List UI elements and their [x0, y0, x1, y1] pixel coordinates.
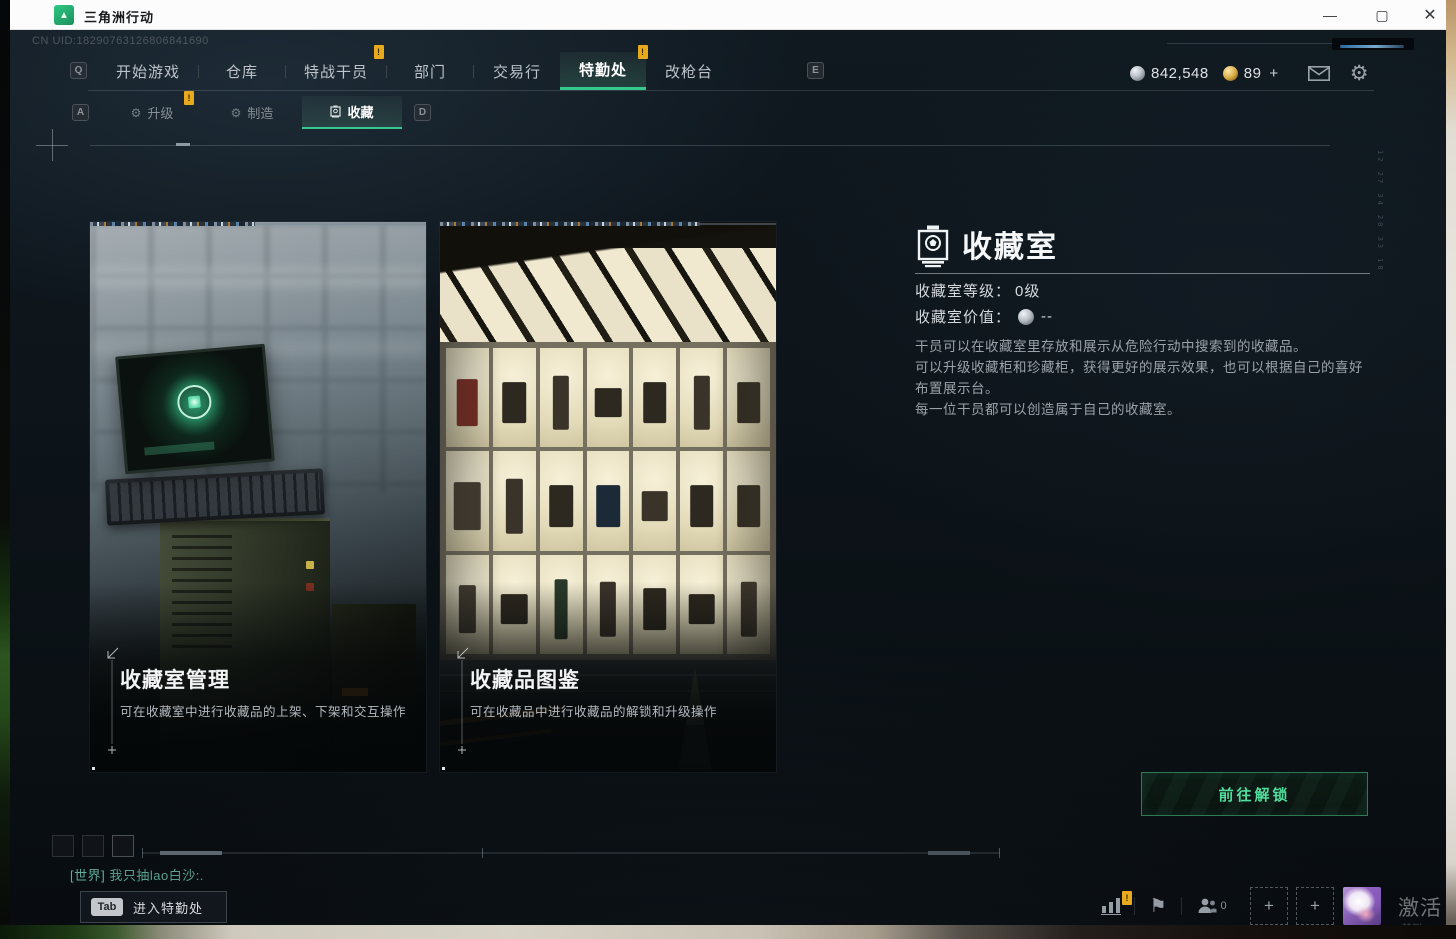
mini-slot[interactable]	[112, 835, 134, 857]
main-nav: 开始游戏 仓库 特战干员 ! 部门 交易行 特勤处 ! 改枪台	[98, 45, 732, 90]
panel-divider	[915, 273, 1370, 274]
card-data-strip	[440, 222, 776, 226]
go-unlock-button[interactable]: 前往解锁	[1141, 772, 1368, 816]
header-deco-line	[1167, 43, 1335, 44]
card-desc: 可在收藏品中进行收藏品的解锁和升级操作	[470, 705, 718, 719]
nav-tab-market[interactable]: 交易行	[474, 52, 560, 90]
mail-icon[interactable]	[1306, 65, 1332, 81]
collection-room-icon	[915, 224, 951, 268]
nav-tab-operators[interactable]: 特战干员 !	[286, 45, 386, 90]
windows-activation-sub: 转到	[1402, 920, 1422, 925]
bottom-icon-bar: ! ⚑ 0 + +	[1088, 886, 1381, 925]
gold-coin-icon	[1222, 65, 1238, 81]
chat-message[interactable]: [世界] 我只抽lao白沙:.	[70, 865, 204, 884]
room-value-row: 收藏室价值： --	[915, 306, 1053, 327]
key-hint-a: A	[72, 104, 89, 121]
desktop-strip-right	[1446, 0, 1456, 939]
minimize-button[interactable]: —	[1310, 0, 1350, 30]
key-hint-e: E	[807, 62, 824, 79]
mini-slot[interactable]	[82, 835, 104, 857]
room-level-row: 收藏室等级： 0级	[915, 280, 1040, 301]
value-label: 收藏室价值：	[915, 309, 1012, 326]
corner-marks	[454, 646, 476, 758]
nav-underline	[88, 90, 1374, 91]
maximize-button[interactable]: ▢	[1362, 0, 1402, 30]
gold-currency[interactable]: 89 +	[1222, 64, 1278, 82]
tab-keycap: Tab	[91, 898, 123, 916]
settings-gear-icon[interactable]: ⚙	[1346, 61, 1372, 86]
subtab-upgrade[interactable]: ⚙ 升级 !	[102, 91, 202, 129]
silver-currency: 842,548	[1130, 65, 1209, 82]
divider-highlight	[176, 143, 190, 146]
nav-tab-warehouse[interactable]: 仓库	[199, 52, 285, 90]
nav-tab-department[interactable]: 部门	[387, 52, 473, 90]
key-hint-d: D	[414, 104, 431, 121]
card-title: 收藏品图鉴	[470, 669, 580, 692]
app-logo-icon: ▲	[54, 5, 74, 25]
card-data-strip	[90, 222, 426, 226]
level-value: 0级	[1015, 283, 1041, 300]
card-title: 收藏室管理	[120, 669, 230, 692]
panel-title: 收藏室	[962, 231, 1058, 264]
side-tick-deco: 12 27 34 20 33 10	[1376, 150, 1384, 273]
display-case-icon	[330, 105, 342, 118]
desktop-background: ▲ 三角洲行动 — ▢ ✕ CN UID:1829076312680684169…	[0, 0, 1456, 939]
card-caption: 收藏室管理 可在收藏室中进行收藏品的上架、下架和交互操作	[90, 582, 426, 772]
desktop-strip-left	[0, 0, 10, 939]
alert-badge: !	[374, 45, 385, 59]
key-hint-q: Q	[70, 62, 87, 79]
gears-icon: ⚙	[230, 105, 242, 120]
value-value: --	[1041, 308, 1054, 325]
silver-coin-icon	[1130, 65, 1145, 81]
level-label: 收藏室等级：	[915, 283, 1012, 300]
friends-icon[interactable]: 0	[1182, 897, 1242, 915]
friend-count: 0	[1220, 900, 1227, 912]
nav-tab-start-game[interactable]: 开始游戏	[98, 52, 198, 90]
card-collectible-catalog[interactable]: 收藏品图鉴 可在收藏品中进行收藏品的解锁和升级操作	[440, 222, 776, 772]
sub-nav: ⚙ 升级 ! ⚙ 制造 收藏	[102, 91, 402, 129]
gear-up-icon: ⚙	[130, 105, 142, 120]
currency-row: 842,548 89 + ⚙	[1130, 60, 1372, 86]
chat-channel: [世界]	[70, 868, 106, 883]
desktop-strip-bottom	[0, 925, 1456, 939]
scroll-segment	[928, 851, 970, 855]
add-gold-button[interactable]: +	[1269, 65, 1278, 82]
add-slot-button[interactable]: +	[1250, 887, 1288, 925]
room-description: 干员可以在收藏室里存放和展示从危险行动中搜索到的收藏品。 可以升级收藏柜和珍藏柜…	[915, 339, 1363, 417]
player-uid: CN UID:18290763126806841690	[32, 35, 209, 47]
tab-button-label: 进入特勤处	[133, 900, 204, 916]
nav-tab-gunsmith[interactable]: 改枪台	[646, 52, 732, 90]
network-indicator	[1332, 38, 1414, 50]
windows-activation-watermark: 激活 W	[1398, 897, 1446, 920]
gold-amount: 89	[1243, 64, 1262, 82]
scroll-thumb[interactable]	[160, 851, 222, 855]
card-desc: 可在收藏室中进行收藏品的上架、下架和交互操作	[120, 705, 407, 719]
chat-text: 我只抽lao白沙:.	[105, 868, 204, 883]
card-collection-room-management[interactable]: 收藏室管理 可在收藏室中进行收藏品的上架、下架和交互操作	[90, 222, 426, 772]
close-button[interactable]: ✕	[1410, 0, 1450, 30]
window-title: 三角洲行动	[84, 10, 155, 25]
silver-coin-icon	[1018, 308, 1035, 325]
game-window: ▲ 三角洲行动 — ▢ ✕ CN UID:1829076312680684169…	[10, 0, 1446, 925]
game-content: CN UID:18290763126806841690 Q 开始游戏 仓库 特战…	[10, 30, 1446, 925]
scroll-track[interactable]	[142, 852, 1000, 854]
subtab-craft[interactable]: ⚙ 制造	[202, 96, 302, 129]
alert-badge: !	[1122, 891, 1132, 905]
crosshair-deco	[52, 129, 53, 161]
window-titlebar: ▲ 三角洲行动 — ▢ ✕	[10, 0, 1446, 30]
player-avatar[interactable]	[1343, 887, 1381, 925]
subtab-collection[interactable]: 收藏	[302, 96, 402, 129]
stats-chart-icon[interactable]: !	[1088, 891, 1134, 915]
kiosk-screen	[115, 343, 275, 475]
add-slot-button[interactable]: +	[1296, 887, 1334, 925]
enter-special-ops-button[interactable]: Tab 进入特勤处	[80, 891, 227, 923]
card-caption: 收藏品图鉴 可在收藏品中进行收藏品的解锁和升级操作	[440, 582, 776, 772]
mini-slot[interactable]	[52, 835, 74, 857]
nav-tab-special-ops[interactable]: 特勤处 !	[560, 45, 649, 90]
content-divider	[90, 145, 1330, 146]
flag-icon[interactable]: ⚑	[1135, 895, 1181, 918]
alert-badge: !	[184, 91, 194, 105]
corner-marks	[104, 646, 126, 758]
silver-amount: 842,548	[1151, 64, 1209, 82]
